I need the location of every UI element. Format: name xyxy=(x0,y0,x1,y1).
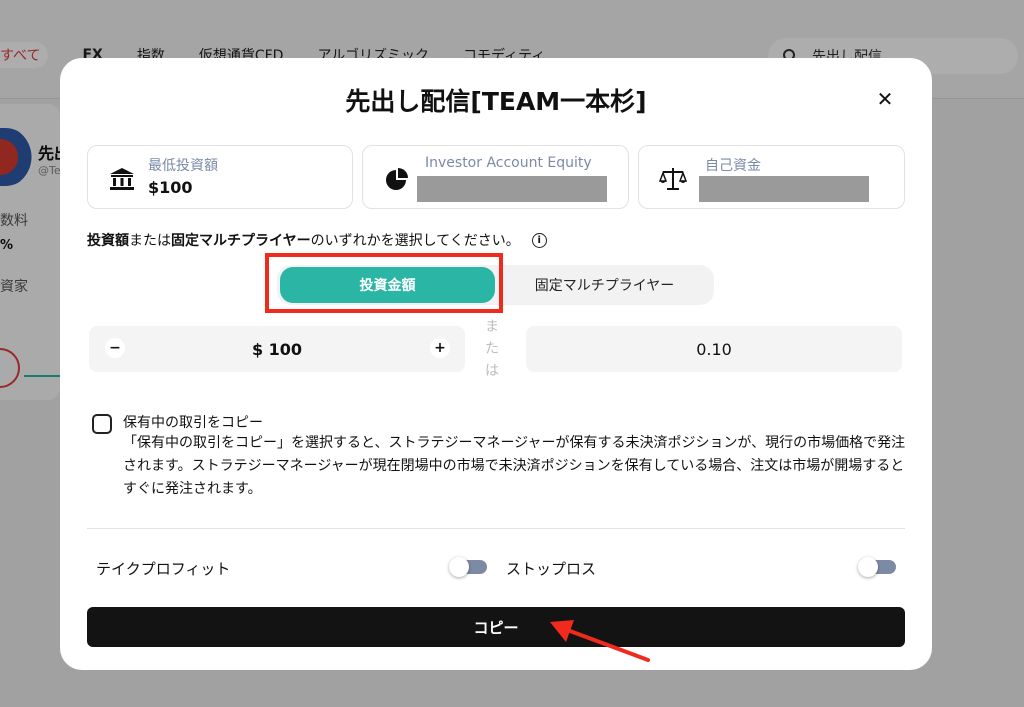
investor-equity-label: Investor Account Equity xyxy=(425,155,592,171)
info-icon[interactable]: i xyxy=(531,232,547,248)
stop-loss-label: ストップロス xyxy=(506,560,597,578)
investment-amount-value[interactable]: $ 100 xyxy=(89,326,465,372)
note-rest: のいずれかを選択してください。 xyxy=(310,233,520,249)
or-char: た xyxy=(485,341,499,357)
close-icon: ✕ xyxy=(876,87,894,111)
selection-instruction: 投資額 または 固定マルチプライヤー のいずれかを選択してください。 i xyxy=(87,230,547,250)
own-capital-masked-value xyxy=(699,176,869,202)
bank-icon xyxy=(110,168,134,190)
note-or: または xyxy=(129,233,171,249)
fixed-multiplier-tab[interactable]: 固定マルチプライヤー xyxy=(495,265,714,305)
copy-button[interactable]: コピー xyxy=(87,607,905,647)
close-button[interactable]: ✕ xyxy=(872,86,898,112)
copy-settings-modal: 先出し配信[TEAM一本杉] ✕ 最低投資額 $100 Investor Acc… xyxy=(60,58,932,670)
or-char: は xyxy=(485,363,499,379)
copy-holdings-description: 「保有中の取引をコピー」を選択すると、ストラテジーマネージャーが保有する未決済ポ… xyxy=(123,435,906,497)
min-investment-card: 最低投資額 $100 xyxy=(87,145,353,209)
min-investment-value: $100 xyxy=(148,178,193,197)
stop-loss-switch[interactable] xyxy=(858,557,896,577)
own-capital-card: 自己資金 xyxy=(638,145,905,209)
red-highlight-box xyxy=(265,253,503,313)
take-profit-label: テイクプロフィット xyxy=(96,560,231,578)
increment-button[interactable]: + xyxy=(430,338,450,358)
decrement-button[interactable]: − xyxy=(105,338,125,358)
red-arrow-annotation xyxy=(550,620,650,662)
or-char: ま xyxy=(485,319,499,335)
switch-knob xyxy=(858,557,878,577)
pie-chart-icon xyxy=(386,168,408,190)
note-investment-amount: 投資額 xyxy=(87,233,129,249)
take-profit-switch[interactable] xyxy=(449,557,487,577)
copy-holdings-title: 保有中の取引をコピー xyxy=(123,415,263,431)
copy-holdings-checkbox[interactable] xyxy=(92,414,112,434)
min-investment-label: 最低投資額 xyxy=(148,158,218,174)
investor-equity-masked-value xyxy=(417,176,607,202)
note-fixed-multiplier: 固定マルチプライヤー xyxy=(171,233,311,249)
investor-equity-card: Investor Account Equity xyxy=(362,145,629,209)
switch-knob xyxy=(449,557,469,577)
modal-title: 先出し配信[TEAM一本杉] xyxy=(345,87,647,116)
own-capital-label: 自己資金 xyxy=(705,158,761,174)
balance-scale-icon xyxy=(659,168,687,190)
divider xyxy=(87,528,905,529)
multiplier-input[interactable]: 0.10 xyxy=(526,326,902,372)
investment-amount-stepper: − $ 100 + xyxy=(89,326,465,372)
or-vertical-text: ま た は xyxy=(482,316,502,382)
